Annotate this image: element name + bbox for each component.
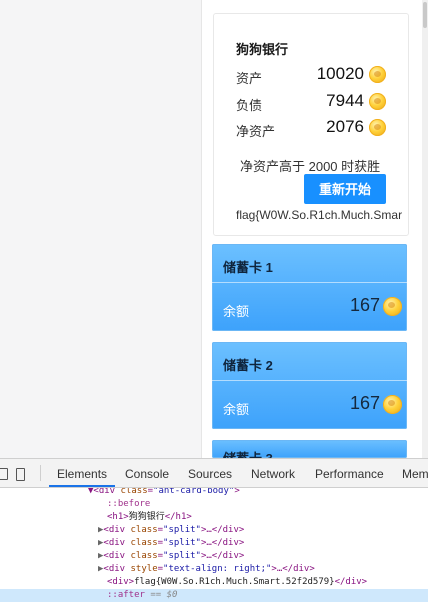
balance-value: 167 [349,295,380,315]
assets-row: 资产 10020 [236,64,386,86]
coin-icon [369,119,386,136]
debit-card-body: 余额 167 [212,381,407,429]
balance-label: 余额 [223,402,250,417]
assets-label: 资产 [236,71,263,86]
debit-card-header: 储蓄卡 3 [212,440,407,458]
liabilities-row: 负债 7944 [236,91,386,113]
dom-pseudo-after-selected[interactable]: ::after == $0 [0,589,428,602]
debit-card-header: 储蓄卡 2 [212,342,407,381]
coin-icon [369,66,386,83]
dom-node[interactable]: ▼<div class="ant-card-body"> [0,488,428,498]
tab-elements[interactable]: Elements [48,467,116,487]
restart-button[interactable]: 重新开始 [304,174,386,204]
devtools-panel: Elements Console Sources Network Perform… [0,458,428,609]
debit-card-3[interactable]: 储蓄卡 3 [212,440,407,458]
dom-node[interactable]: ▶<div style="text-align: right;">…</div> [0,563,428,576]
liabilities-value: 7944 [326,91,364,110]
bank-title: 狗狗银行 [236,42,289,57]
net-assets-label: 净资产 [236,124,276,139]
debit-card-header: 储蓄卡 1 [212,244,407,283]
bank-summary-card: 狗狗银行 资产 10020 负债 7944 净资产 2076 净资产高于 200… [213,13,409,236]
flag-text: flag{W0W.So.R1ch.Much.Smar [236,208,403,222]
dom-node[interactable]: <div>flag{W0W.So.R1ch.Much.Smart.52f2d57… [0,576,428,589]
debit-card-body: 余额 167 [212,283,407,331]
assets-value: 10020 [316,64,364,83]
win-condition-text: 净资产高于 2000 时获胜 [240,159,381,174]
scrollbar-thumb[interactable] [423,2,427,28]
dom-node[interactable]: <h1>狗狗银行</h1> [0,511,428,524]
dom-node[interactable]: ▶<div class="split">…</div> [0,537,428,550]
bank-page: 狗狗银行 资产 10020 负债 7944 净资产 2076 净资产高于 200… [202,0,428,458]
balance-value: 167 [349,393,380,413]
debit-card-2[interactable]: 储蓄卡 2 余额 167 [212,342,407,429]
device-toolbar-icon[interactable] [16,468,25,481]
net-assets-value: 2076 [326,117,364,136]
balance-label: 余额 [223,304,250,319]
tab-performance[interactable]: Performance [315,467,384,481]
debit-card-title: 储蓄卡 3 [223,448,273,458]
devtools-tabbar: Elements Console Sources Network Perform… [0,459,428,488]
dom-node[interactable]: ▶<div class="split">…</div> [0,524,428,537]
left-blank-panel [0,0,202,458]
net-assets-row: 净资产 2076 [236,117,386,139]
dom-tree: ▼<div class="ant-card-body"> ::before <h… [0,488,428,609]
tab-console[interactable]: Console [125,467,169,481]
debit-card-title: 储蓄卡 1 [223,260,273,275]
tab-sources[interactable]: Sources [188,467,232,481]
dom-node[interactable]: ▶<div class="split">…</div> [0,550,428,563]
dom-pseudo-before[interactable]: ::before [0,498,428,511]
debit-card-1[interactable]: 储蓄卡 1 余额 167 [212,244,407,331]
liabilities-label: 负债 [236,98,263,113]
coin-icon [383,297,402,316]
page-scrollbar[interactable] [422,0,428,458]
debit-card-title: 储蓄卡 2 [223,358,273,373]
tab-memory[interactable]: Mem [402,467,428,481]
tab-network[interactable]: Network [251,467,295,481]
coin-icon [383,395,402,414]
tabbar-divider [40,465,41,481]
coin-icon [369,93,386,110]
inspect-icon[interactable] [0,468,8,480]
